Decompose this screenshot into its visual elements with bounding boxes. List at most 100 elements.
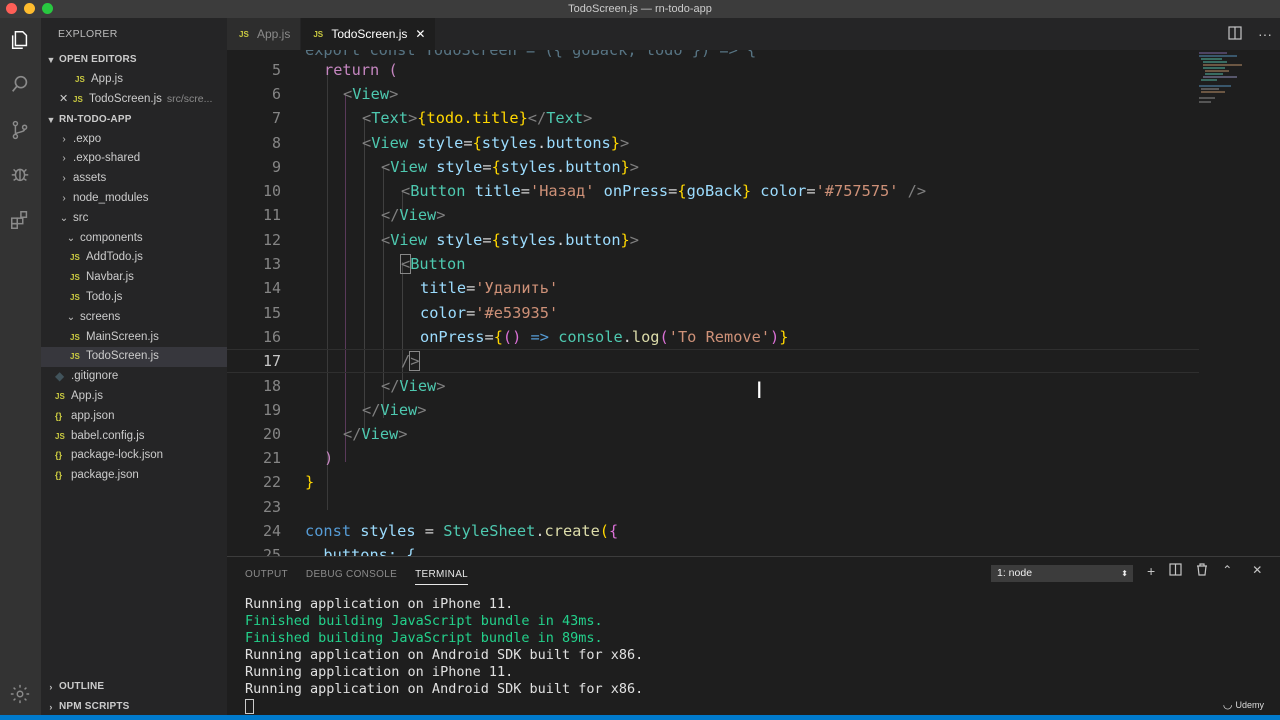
panel-actions: + ⌃ ✕: [1147, 563, 1262, 579]
git-file-icon: ◆: [55, 369, 65, 384]
js-file-icon: JS: [70, 273, 80, 283]
window-title: TodoScreen.js — rn-todo-app: [568, 3, 712, 15]
open-editor-item[interactable]: JS App.js: [41, 70, 227, 90]
debug-icon[interactable]: [8, 162, 32, 186]
line-number: 11: [262, 206, 281, 225]
chevron-right-icon: ›: [62, 133, 66, 145]
more-actions-icon[interactable]: ···: [1258, 26, 1272, 42]
split-editor-icon[interactable]: [1228, 25, 1242, 43]
chevron-right-icon: ›: [62, 192, 66, 204]
title-bar: TodoScreen.js — rn-todo-app: [0, 0, 1280, 18]
tab-output[interactable]: OUTPUT: [245, 569, 288, 580]
chevron-down-icon: ▼: [46, 55, 56, 65]
explorer-icon[interactable]: [8, 28, 32, 52]
terminal-line: Running application on iPhone 11.: [245, 664, 514, 680]
code-line: 14 title='Удалить': [227, 276, 1199, 300]
line-number: 13: [262, 255, 281, 274]
tree-file-addtodo[interactable]: JS AddTodo.js: [41, 248, 227, 268]
line-number: 16: [262, 328, 281, 347]
mouse-ibeam-cursor: I: [756, 379, 763, 404]
line-number: 12: [262, 231, 281, 250]
tree-file-package-json[interactable]: {} package.json: [41, 466, 227, 486]
tree-file-babel-config[interactable]: JS babel.config.js: [41, 427, 227, 447]
chevron-updown-icon: ⬍: [1121, 569, 1128, 578]
close-window-button[interactable]: [6, 3, 17, 14]
tree-folder-src[interactable]: ⌄ src: [41, 209, 227, 229]
js-file-icon: JS: [239, 29, 249, 39]
chevron-right-icon: ›: [62, 153, 66, 165]
minimap[interactable]: [1197, 50, 1257, 130]
code-line: 15 color='#e53935': [227, 301, 1199, 325]
tab-terminal[interactable]: TERMINAL: [415, 569, 469, 585]
code-editor[interactable]: export const TodoScreen = ({ goBack, tod…: [227, 50, 1280, 556]
add-terminal-icon[interactable]: +: [1147, 563, 1155, 579]
chevron-right-icon: ›: [62, 173, 66, 185]
open-editor-item[interactable]: ✕ JS TodoScreen.js src/scre...: [41, 90, 227, 110]
line-number: 20: [262, 425, 281, 444]
tree-folder-node-modules[interactable]: › node_modules: [41, 189, 227, 209]
line-number: 8: [271, 134, 281, 153]
js-file-icon: JS: [55, 391, 65, 401]
tree-file-navbar[interactable]: JS Navbar.js: [41, 268, 227, 288]
code-line: 8 <View style={styles.buttons}>: [227, 131, 1199, 155]
code-line: 19 </View>: [227, 398, 1199, 422]
minimize-window-button[interactable]: [24, 3, 35, 14]
tab-debug-console[interactable]: DEBUG CONSOLE: [306, 569, 397, 580]
search-icon[interactable]: [8, 72, 32, 96]
split-terminal-icon[interactable]: [1169, 563, 1182, 579]
terminal-line: Running application on Android SDK built…: [245, 647, 644, 663]
open-editor-name: TodoScreen.js: [89, 92, 162, 105]
tab-app-js[interactable]: JS App.js: [227, 18, 302, 50]
maximize-panel-icon[interactable]: ⌃: [1222, 563, 1232, 579]
line-number: 25: [262, 546, 281, 556]
tree-folder-components[interactable]: ⌄ components: [41, 229, 227, 249]
line-number: 21: [262, 449, 281, 468]
close-icon[interactable]: ✕: [59, 90, 73, 110]
gear-icon[interactable]: [8, 682, 32, 706]
line-number: 9: [271, 158, 281, 177]
code-line: 24 const styles = StyleSheet.create({: [227, 519, 1199, 543]
outline-section[interactable]: › OUTLINE: [41, 677, 227, 697]
js-file-icon: JS: [70, 253, 80, 263]
npm-scripts-section[interactable]: › NPM SCRIPTS: [41, 697, 227, 717]
trash-icon[interactable]: [1196, 563, 1208, 579]
terminal-select[interactable]: 1: node ⬍: [991, 565, 1133, 582]
code-line: 23: [227, 495, 1199, 519]
code-line: 11 </View>: [227, 203, 1199, 227]
project-section[interactable]: ▼ RN-TODO-APP: [41, 110, 227, 130]
editor-tabs: JS App.js JS TodoScreen.js ✕ ···: [227, 18, 1280, 50]
code-line: 25 buttons: {: [227, 543, 1199, 556]
udemy-logo-icon: ◡: [1222, 699, 1233, 711]
code-line: 21 ): [227, 446, 1199, 470]
explorer-sidebar: EXPLORER ▼ OPEN EDITORS JS App.js ✕ JS T…: [41, 18, 227, 715]
tree-file-app-json[interactable]: {} app.json: [41, 407, 227, 427]
extensions-icon[interactable]: [8, 208, 32, 232]
code-line: 6 <View>: [227, 82, 1199, 106]
tree-file-app[interactable]: JS App.js: [41, 387, 227, 407]
terminal-line: Finished building JavaScript bundle in 8…: [245, 630, 603, 646]
terminal-line: Finished building JavaScript bundle in 4…: [245, 613, 603, 629]
tree-file-mainscreen[interactable]: JS MainScreen.js: [41, 328, 227, 348]
tree-folder-assets[interactable]: › assets: [41, 169, 227, 189]
tree-folder-expo[interactable]: › .expo: [41, 130, 227, 150]
tree-file-gitignore[interactable]: ◆ .gitignore: [41, 367, 227, 387]
code-line: 16 onPress={() => console.log('To Remove…: [227, 325, 1199, 349]
close-panel-icon[interactable]: ✕: [1252, 563, 1262, 579]
code-line: 9 <View style={styles.button}>: [227, 155, 1199, 179]
maximize-window-button[interactable]: [42, 3, 53, 14]
tab-todoscreen-js[interactable]: JS TodoScreen.js ✕: [301, 18, 437, 50]
line-number: 5: [271, 61, 281, 80]
tree-file-todoscreen[interactable]: JS TodoScreen.js: [41, 347, 227, 368]
line-number: 19: [262, 401, 281, 420]
source-control-icon[interactable]: [8, 118, 32, 142]
chevron-right-icon: ›: [49, 682, 53, 692]
js-file-icon: JS: [55, 431, 65, 441]
line-number: 14: [262, 279, 281, 298]
close-icon[interactable]: ✕: [415, 27, 425, 41]
tree-file-package-lock[interactable]: {} package-lock.json: [41, 446, 227, 466]
tree-folder-expo-shared[interactable]: › .expo-shared: [41, 149, 227, 169]
json-file-icon: {}: [55, 410, 63, 421]
open-editors-section[interactable]: ▼ OPEN EDITORS: [41, 50, 227, 70]
tree-file-todo[interactable]: JS Todo.js: [41, 288, 227, 308]
tree-folder-screens[interactable]: ⌄ screens: [41, 308, 227, 328]
